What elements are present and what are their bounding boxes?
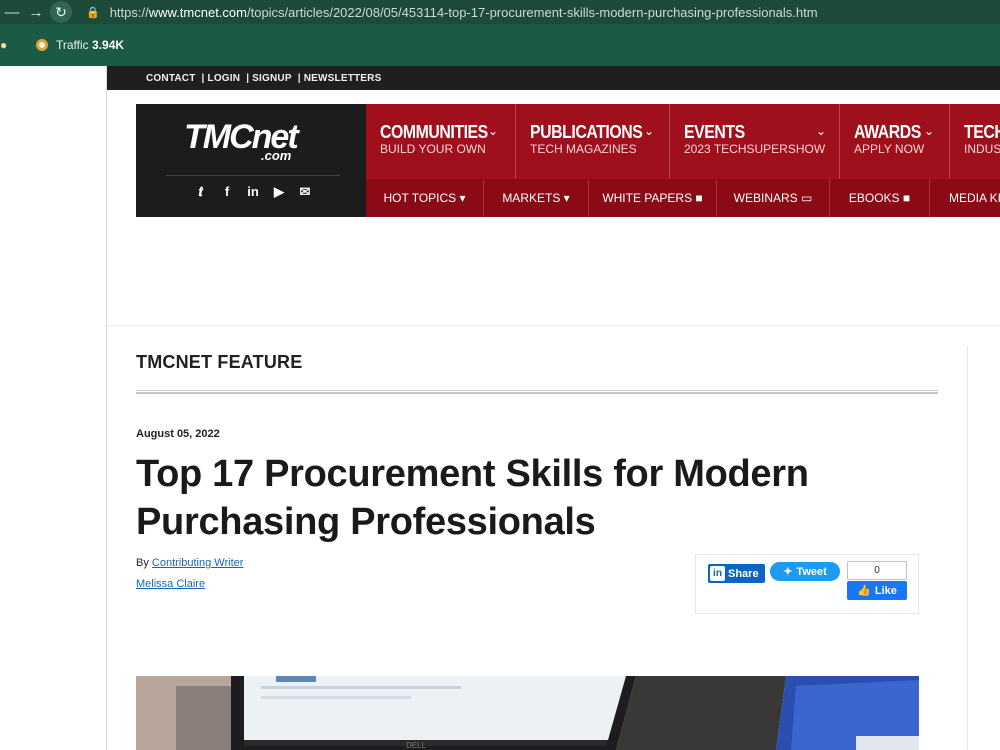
menu-communities[interactable]: COMMUNITIES BUILD YOUR OWN ⌄ (366, 104, 516, 179)
twitter-bird-icon: ✦ (783, 566, 793, 578)
section-title: TMCNET FEATURE (136, 352, 303, 372)
chevron-down-icon: ⌄ (924, 124, 935, 138)
author-name-link[interactable]: Melissa Claire (136, 578, 205, 590)
contact-link[interactable]: CONTACT (146, 73, 196, 84)
menu-white-papers[interactable]: WHITE PAPERS ■ (589, 179, 717, 217)
menu-tech-sub: INDUST (964, 142, 1000, 156)
menu-events-sub: 2023 TECHSUPERSHOW (684, 142, 826, 156)
menu-ebooks[interactable]: EBOOKS ■ (830, 179, 930, 217)
menu-publications-sub: TECH MAGAZINES (530, 142, 637, 156)
author-role-link[interactable]: Contributing Writer (152, 557, 244, 569)
menu-events[interactable]: EVENTS 2023 TECHSUPERSHOW ⌄ (670, 104, 840, 179)
laptop-photo: DELL (136, 676, 919, 750)
menu-communities-sub: BUILD YOUR OWN (380, 142, 486, 156)
menu-events-title: EVENTS (684, 122, 745, 142)
signup-link[interactable]: | SIGNUP (246, 73, 292, 84)
linkedin-share-label: Share (728, 567, 759, 580)
menu-awards-sub: APPLY NOW (854, 142, 925, 156)
newsletters-link[interactable]: | NEWSLETTERS (298, 73, 382, 84)
reload-icon[interactable]: ↻ (50, 1, 72, 23)
linkedin-icon[interactable]: in (240, 184, 266, 200)
traffic-extension[interactable]: Traffic 3.94K (56, 38, 124, 52)
facebook-like-button[interactable]: 👍 Like (847, 581, 907, 600)
youtube-icon[interactable]: ▶ (266, 184, 292, 200)
menu-tech[interactable]: TECH INDUST (950, 104, 1000, 179)
facebook-like-count: 0 (847, 561, 907, 580)
chevron-down-icon: ⌄ (488, 124, 499, 138)
article-date: August 05, 2022 (136, 428, 220, 440)
logo-panel: TMCnet .com 𝒕 f in ▶ ✉ (136, 104, 366, 217)
byline-prefix: By (136, 557, 149, 569)
facebook-like-label: Like (874, 584, 897, 597)
url-field[interactable]: 🔒 https://www.tmcnet.com/topics/articles… (86, 5, 818, 20)
logo-divider (166, 175, 340, 176)
facebook-icon[interactable]: f (214, 184, 240, 200)
section-divider (136, 390, 938, 394)
email-icon[interactable]: ✉ (292, 184, 318, 200)
thumbs-up-icon: 👍 (857, 585, 871, 597)
login-link[interactable]: | LOGIN (202, 73, 241, 84)
linkedin-icon: in (710, 566, 725, 581)
primary-menu: COMMUNITIES BUILD YOUR OWN ⌄ PUBLICATION… (366, 104, 1000, 179)
svg-text:DELL: DELL (406, 741, 427, 750)
secondary-menu: HOT TOPICS ▾ MARKETS ▾ WHITE PAPERS ■ WE… (366, 179, 1000, 217)
byline: By Contributing Writer Melissa Claire (136, 553, 243, 595)
traffic-extension-icon[interactable] (36, 39, 48, 51)
menu-publications-title: PUBLICATIONS (530, 122, 643, 142)
menu-webinars[interactable]: WEBINARS ▭ (717, 179, 830, 217)
chevron-down-icon: ⌄ (644, 124, 655, 138)
site-header: TMCnet .com 𝒕 f in ▶ ✉ COMMUNITIES BUILD… (136, 104, 1000, 217)
site-logo-suffix: .com (261, 148, 292, 163)
linkedin-share-button[interactable]: in Share (708, 564, 765, 583)
social-links: 𝒕 f in ▶ ✉ (188, 184, 318, 200)
menu-tech-title: TECH (964, 122, 1000, 142)
article-title: Top 17 Procurement Skills for Modern Pur… (136, 453, 809, 543)
menu-awards[interactable]: AWARDS APPLY NOW ⌄ (840, 104, 950, 179)
chevron-down-icon: ⌄ (816, 124, 827, 138)
share-widgets: in Share ✦ Tweet 0 👍 Like (695, 554, 919, 614)
utility-bar: CONTACT | LOGIN | SIGNUP | NEWSLETTERS (107, 66, 1000, 90)
tweet-label: Tweet (796, 565, 827, 578)
sidebar-divider (967, 346, 968, 750)
browser-address-bar: — → ↻ 🔒 https://www.tmcnet.com/topics/ar… (0, 0, 1000, 24)
web-page: CONTACT | LOGIN | SIGNUP | NEWSLETTERS T… (0, 66, 1000, 750)
menu-publications[interactable]: PUBLICATIONS TECH MAGAZINES ⌄ (516, 104, 670, 179)
forward-arrow-icon[interactable]: → (24, 4, 48, 21)
url-text[interactable]: https://www.tmcnet.com/topics/articles/2… (110, 5, 818, 20)
ad-banner-space (107, 217, 1000, 326)
back-arrow-icon[interactable]: — (0, 4, 24, 21)
lock-icon: 🔒 (86, 6, 100, 19)
bookmarks-bar: ● Traffic 3.94K (0, 24, 1000, 66)
menu-media-kit[interactable]: MEDIA KIT (930, 179, 1000, 217)
article-content: TMCNET FEATURE August 05, 2022 Top 17 Pr… (107, 326, 967, 750)
menu-markets[interactable]: MARKETS ▾ (484, 179, 589, 217)
article-hero-image: DELL (136, 676, 919, 750)
tweet-button[interactable]: ✦ Tweet (770, 562, 840, 581)
bookmark-edge-icon: ● (0, 38, 8, 52)
menu-hot-topics[interactable]: HOT TOPICS ▾ (366, 179, 484, 217)
menu-communities-title: COMMUNITIES (380, 122, 488, 142)
twitter-icon[interactable]: 𝒕 (188, 184, 214, 200)
